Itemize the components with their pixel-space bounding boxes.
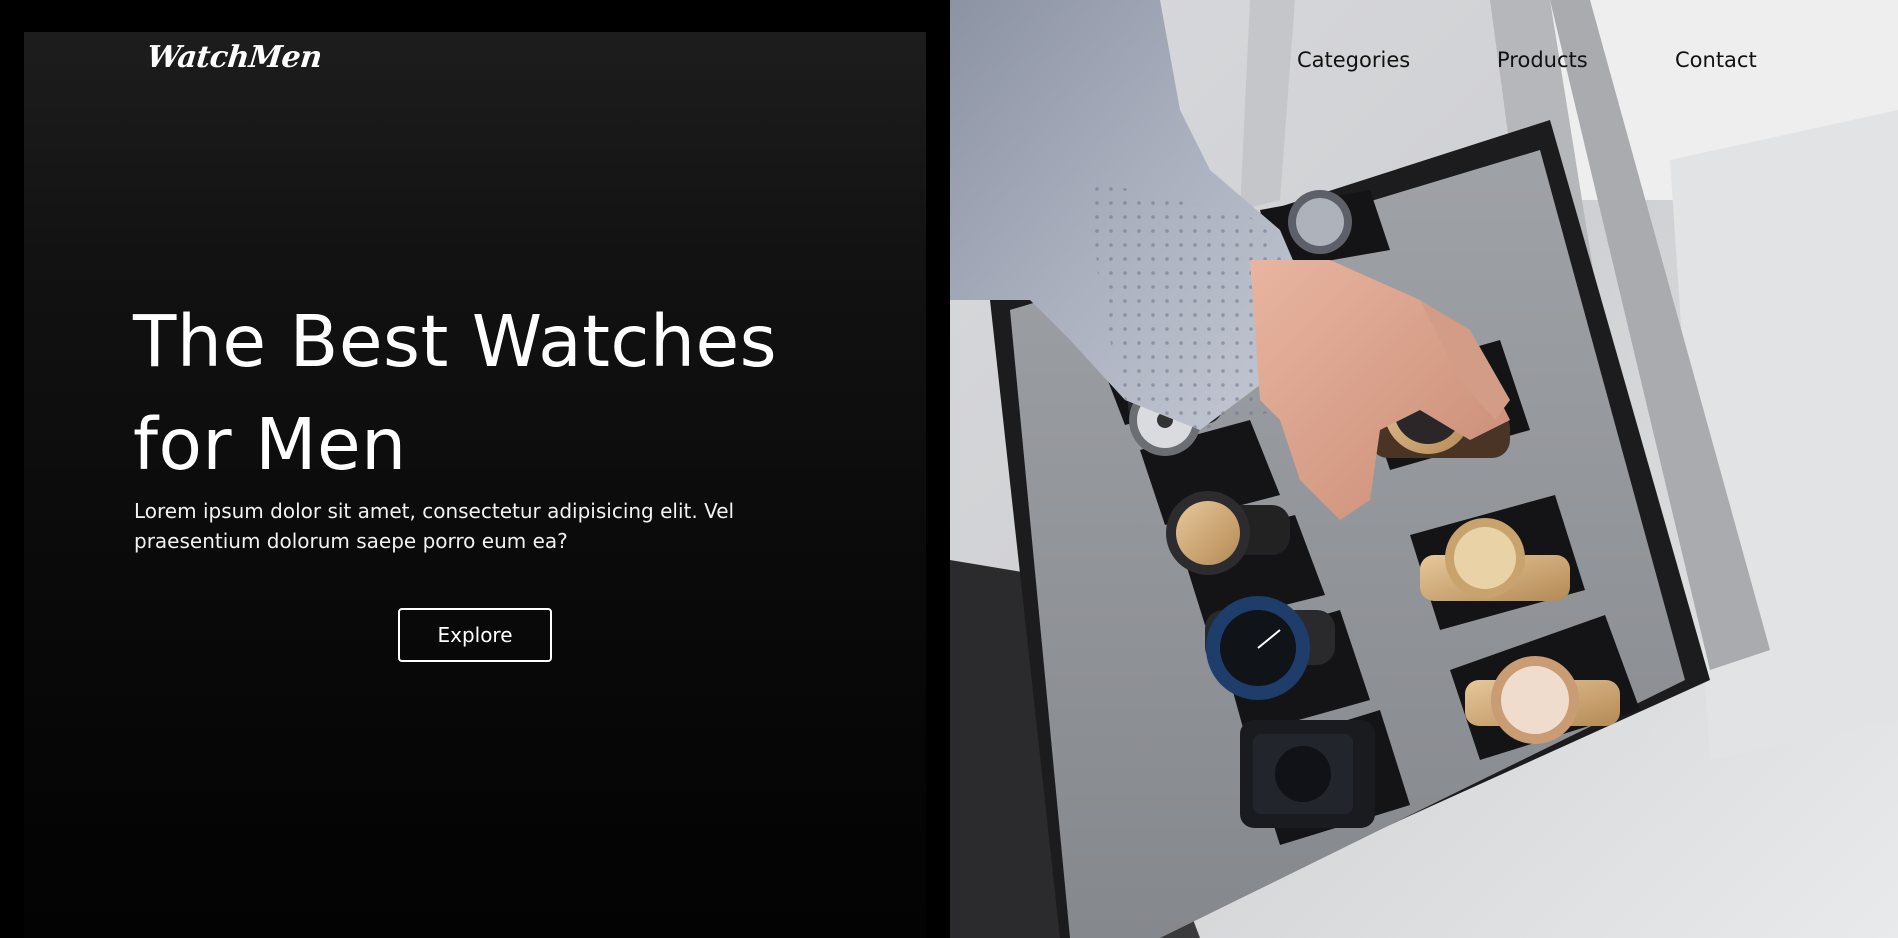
hero-image bbox=[950, 0, 1898, 938]
hero-title-line2: for Men bbox=[133, 403, 407, 486]
nav-categories-link[interactable]: Categories bbox=[1297, 48, 1410, 72]
hero-title-line1: The Best Watches bbox=[133, 300, 778, 383]
nav-contact-link[interactable]: Contact bbox=[1675, 48, 1757, 72]
nav-products-link[interactable]: Products bbox=[1497, 48, 1588, 72]
hero-subtitle: Lorem ipsum dolor sit amet, consectetur … bbox=[134, 499, 735, 553]
top-nav: Categories Products Contact bbox=[0, 48, 1898, 78]
hero-title: The Best Watches for Men bbox=[133, 290, 813, 496]
landing-page: WatchMen The Best Watches for Men Lorem … bbox=[0, 0, 1898, 938]
hero-panel: WatchMen The Best Watches for Men Lorem … bbox=[0, 0, 950, 938]
explore-button[interactable]: Explore bbox=[398, 608, 552, 662]
watch-case-photo-icon bbox=[950, 0, 1898, 938]
